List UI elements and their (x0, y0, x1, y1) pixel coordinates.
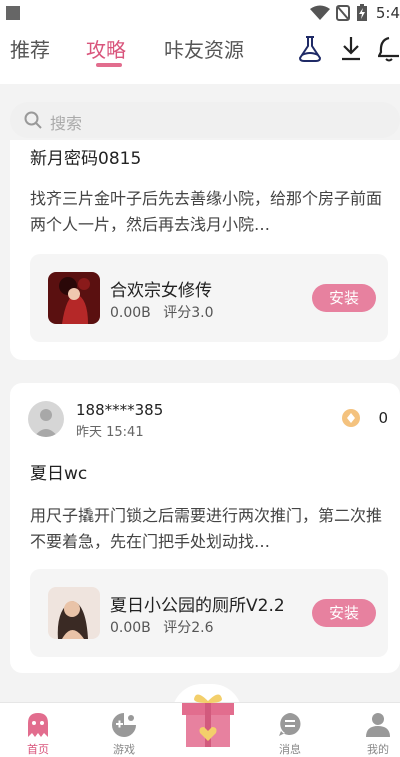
person-icon (366, 713, 390, 737)
download-icon[interactable] (338, 34, 364, 62)
gift-icon (182, 694, 234, 747)
battery-icon (356, 4, 367, 21)
app-card[interactable]: 夏日小公园的厕所V2.2 0.00B 评分2.6 安装 (30, 569, 388, 657)
nav-label: 首页 (27, 743, 49, 756)
username[interactable]: 188****385 (76, 401, 163, 419)
tab-friend-resources[interactable]: 咔友资源 (164, 34, 244, 63)
install-button[interactable]: 安装 (312, 284, 376, 312)
app-name: 夏日小公园的厕所V2.2 (110, 596, 285, 616)
ghost-icon (28, 713, 48, 737)
status-time: 5:4 (375, 4, 400, 22)
app-icon (48, 587, 100, 639)
post-body: 找齐三片金叶子后先去善缘小院，给那个房子前面两个人一片，然后再去浅月小院… (30, 189, 383, 234)
status-icons: 5:4 (309, 2, 400, 24)
post-title: 夏日wc (30, 464, 88, 484)
app-card[interactable]: 合欢宗女修传 0.00B 评分3.0 安装 (30, 254, 388, 342)
coin-icon[interactable] (342, 409, 360, 427)
nav-messages[interactable]: 消息 (260, 703, 320, 757)
post-body: 用尺子撬开门锁之后需要进行两次推门，第二次推不要着急，先在门把手处划动找… (30, 506, 383, 551)
coin-count: 0 (378, 409, 388, 427)
status-bar: 5:4 (0, 0, 400, 26)
flask-icon[interactable] (296, 34, 324, 64)
post-title: 新月密码0815 (30, 149, 142, 169)
nav-label: 我的 (367, 743, 389, 756)
tab-recommend[interactable]: 推荐 (10, 34, 50, 63)
search-input[interactable]: 搜索 (50, 110, 82, 134)
nav-home[interactable]: 首页 (8, 703, 68, 757)
post-card[interactable]: 新月密码0815 找齐三片金叶子后先去善缘小院，给那个房子前面两个人一片，然后再… (10, 140, 400, 360)
nav-label: 消息 (279, 743, 301, 756)
app-rating: 评分3.0 (163, 305, 214, 321)
message-icon (279, 713, 301, 736)
notification-icon (6, 6, 20, 20)
app-meta: 0.00B 评分3.0 (110, 302, 214, 322)
tab-guides[interactable]: 攻略 (86, 34, 126, 63)
gamepad-icon (112, 713, 136, 737)
bottom-nav: 首页 游戏 消息 我的 (0, 694, 400, 757)
top-header: 推荐 攻略 咔友资源 (0, 26, 400, 84)
search-bar[interactable]: 搜索 (10, 102, 400, 138)
install-button[interactable]: 安装 (312, 599, 376, 627)
nav-label: 游戏 (113, 743, 135, 756)
wifi-icon (309, 5, 330, 20)
app-size: 0.00B (110, 620, 151, 636)
app-name: 合欢宗女修传 (110, 281, 212, 301)
post-card[interactable]: 188****385 昨天 15:41 0 夏日wc 用尺子撬开门锁之后需要进行… (10, 383, 400, 673)
app-rating: 评分2.6 (163, 620, 214, 636)
post-time: 昨天 15:41 (76, 425, 144, 440)
search-icon (24, 111, 42, 129)
bell-icon[interactable] (378, 34, 400, 62)
nav-gift[interactable] (176, 694, 236, 757)
avatar[interactable] (28, 401, 64, 437)
nav-games[interactable]: 游戏 (94, 703, 154, 757)
app-meta: 0.00B 评分2.6 (110, 617, 214, 637)
app-icon (48, 272, 100, 324)
tab-active-indicator (96, 63, 122, 67)
sim-off-icon (335, 5, 350, 21)
nav-me[interactable]: 我的 (348, 703, 400, 757)
app-size: 0.00B (110, 305, 151, 321)
